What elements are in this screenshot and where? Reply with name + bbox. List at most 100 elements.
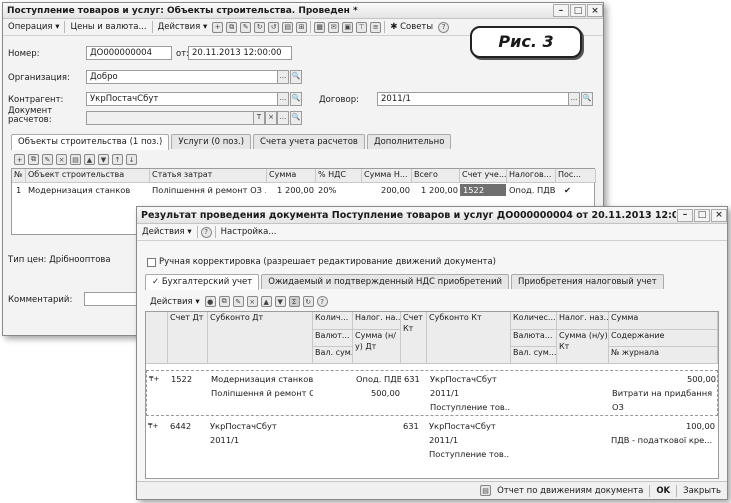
contractor-input[interactable]: УкрПостачСбут	[86, 92, 278, 106]
header-tax-kt[interactable]: Налог. наз...	[557, 312, 609, 330]
unpost-icon[interactable]: ↺	[268, 21, 280, 33]
table-header[interactable]: №	[12, 169, 26, 183]
header-tax-dt[interactable]: Налог. на...	[353, 312, 401, 330]
table-header[interactable]: % НДС	[316, 169, 362, 183]
header-currency-dt[interactable]: Валют...	[313, 330, 353, 347]
row-account[interactable]: 1522	[460, 184, 506, 196]
date-input[interactable]: 20.11.2013 12:00:00	[188, 46, 292, 60]
close-icon[interactable]: ×	[587, 4, 603, 17]
table-header[interactable]: Пос...	[556, 169, 596, 183]
header-valsum-kt[interactable]: Вал. сум...	[511, 347, 557, 364]
prices-button[interactable]: Цены и валюта...	[68, 22, 148, 32]
clear-icon[interactable]: ×	[265, 111, 277, 125]
tree-icon[interactable]: ⊤	[356, 21, 368, 33]
header-account-dt[interactable]: Счет Дт	[168, 312, 208, 364]
copy-row-icon[interactable]: ⧉	[28, 154, 39, 165]
delete-entry-icon[interactable]: ×	[246, 296, 258, 307]
contract-open-icon[interactable]: 🔍	[581, 92, 593, 106]
result-actions-menu[interactable]: Действия ▾	[140, 227, 194, 237]
settlement-select-button[interactable]: ...	[277, 111, 289, 125]
table-header[interactable]: Сумма Н...	[362, 169, 412, 183]
advice-button[interactable]: ✱ Советы	[388, 22, 435, 32]
tab-accounting[interactable]: ✓ Бухгалтерский учет	[145, 274, 260, 290]
move-up-icon[interactable]: ▲	[260, 296, 272, 307]
table-row[interactable]: ₸+ 6442 УкрПостачСбут 2011/1 631 УкрПост…	[146, 418, 718, 464]
movements-report-button[interactable]: Отчет по движениям документа	[497, 486, 643, 496]
delete-row-icon[interactable]: ×	[56, 154, 67, 165]
edit-icon[interactable]: ✎	[240, 21, 252, 33]
contractor-open-icon[interactable]: 🔍	[290, 92, 302, 106]
maximize-icon[interactable]: □	[694, 208, 710, 222]
tab-construction-objects[interactable]: Объекты строительства (1 поз.)	[11, 134, 170, 150]
close-icon[interactable]: ×	[711, 208, 727, 222]
organization-open-icon[interactable]: 🔍	[290, 70, 302, 84]
structure-icon[interactable]: ▤	[282, 21, 294, 33]
actions-menu[interactable]: Действия ▾	[156, 22, 210, 32]
sort-desc-icon[interactable]: ↓	[126, 154, 137, 165]
add-entry-icon[interactable]: ●	[204, 296, 216, 307]
table-header[interactable]: Счет уче...	[460, 169, 507, 183]
tab-additional[interactable]: Дополнительно	[366, 134, 452, 149]
add-icon[interactable]: +	[212, 21, 224, 33]
minimize-icon[interactable]: –	[553, 4, 569, 17]
add-row-icon[interactable]: +	[14, 154, 25, 165]
header-qty-dt[interactable]: Колич...	[313, 312, 353, 330]
help-icon[interactable]: ?	[316, 296, 328, 307]
contract-input[interactable]: 2011/1	[377, 92, 569, 106]
move-up-icon[interactable]: ▲	[84, 154, 95, 165]
header-currency-kt[interactable]: Валюта...	[511, 330, 557, 347]
move-down-icon[interactable]: ▼	[274, 296, 286, 307]
totals-icon[interactable]: Σ	[288, 296, 300, 307]
table-header[interactable]: Всего	[412, 169, 460, 183]
header-valsum-dt[interactable]: Вал. сум...	[313, 347, 353, 364]
header-tax-sum-kt[interactable]: Сумма (н/у) Кт	[557, 330, 609, 364]
settlement-doc-input[interactable]	[86, 111, 254, 125]
tab-services[interactable]: Услуги (0 поз.)	[171, 134, 252, 149]
number-input[interactable]: ДО000000004	[86, 46, 172, 60]
operation-menu[interactable]: Операция ▾	[6, 22, 61, 32]
fill-icon[interactable]: ▤	[70, 154, 81, 165]
table-header[interactable]: Объект строительства	[26, 169, 150, 183]
help-icon[interactable]: ?	[200, 226, 212, 238]
print-icon[interactable]: ▦	[314, 21, 326, 33]
move-down-icon[interactable]: ▼	[98, 154, 109, 165]
movements-icon[interactable]: ⊞	[296, 21, 308, 33]
tab-tax-accounting[interactable]: Приобретения налоговый учет	[511, 274, 664, 289]
contractor-select-button[interactable]: ...	[277, 92, 289, 106]
contract-select-button[interactable]: ...	[568, 92, 580, 106]
copy-icon[interactable]: ⧉	[226, 21, 238, 33]
mail-icon[interactable]: ✉	[328, 21, 340, 33]
ok-button[interactable]: OK	[656, 486, 670, 496]
list-icon[interactable]: ≡	[370, 21, 382, 33]
sort-asc-icon[interactable]: ↑	[112, 154, 123, 165]
comment-input[interactable]	[84, 292, 138, 306]
table-header[interactable]: Сумма	[267, 169, 316, 183]
settlement-open-icon[interactable]: 🔍	[290, 111, 302, 125]
maximize-icon[interactable]: □	[570, 4, 586, 17]
table-header[interactable]: Статья затрат	[150, 169, 267, 183]
header-subkonto-kt[interactable]: Субконто Кт	[427, 312, 511, 364]
header-content[interactable]: Содержание	[609, 330, 718, 347]
post-icon[interactable]: ↻	[254, 21, 266, 33]
table-row[interactable]: ₸+ 1522 Модернизация станков Поліпшення …	[146, 370, 718, 416]
header-account-kt[interactable]: Счет Кт	[401, 312, 427, 364]
help-icon[interactable]: ?	[438, 21, 450, 33]
tab-settlement-accounts[interactable]: Счета учета расчетов	[253, 134, 365, 149]
entries-actions-menu[interactable]: Действия ▾	[148, 297, 202, 307]
table-row[interactable]: 1 Модернизация станков Поліпшення й ремо…	[12, 184, 594, 197]
header-journal[interactable]: № журнала	[609, 347, 718, 364]
table-header[interactable]: Налогов...	[507, 169, 556, 183]
header-qty-kt[interactable]: Количес...	[511, 312, 557, 330]
edit-row-icon[interactable]: ✎	[42, 154, 53, 165]
organization-select-button[interactable]: ...	[277, 70, 289, 84]
type-icon[interactable]: T	[253, 111, 265, 125]
header-tax-sum-dt[interactable]: Сумма (н/у) Дт	[353, 330, 401, 364]
organization-input[interactable]: Добро	[86, 70, 278, 84]
close-button[interactable]: Закрыть	[683, 486, 721, 496]
edit-entry-icon[interactable]: ✎	[232, 296, 244, 307]
document-icon[interactable]: ▣	[342, 21, 354, 33]
manual-adjust-checkbox[interactable]	[147, 258, 156, 267]
minimize-icon[interactable]: –	[677, 208, 693, 222]
header-sum[interactable]: Сумма	[609, 312, 718, 330]
tab-vat-expected[interactable]: Ожидаемый и подтвержденный НДС приобрете…	[261, 274, 510, 289]
